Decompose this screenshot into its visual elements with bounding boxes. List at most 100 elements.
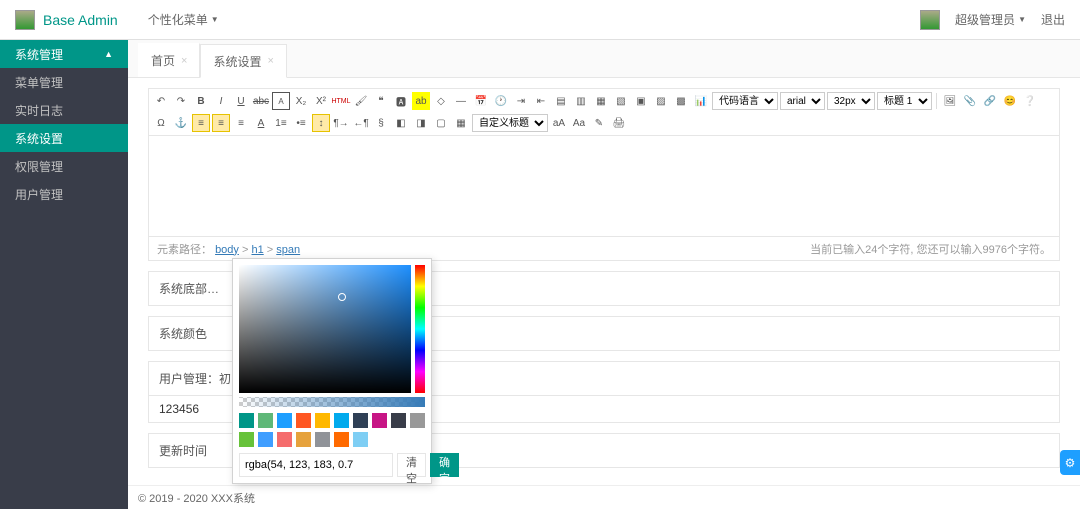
undo-icon[interactable]: ↶ bbox=[152, 92, 170, 110]
sidebar-item-log[interactable]: 实时日志 bbox=[0, 96, 128, 124]
codelang-select[interactable]: 代码语言 bbox=[712, 92, 778, 110]
swatch[interactable] bbox=[277, 413, 292, 428]
path-h1[interactable]: h1 bbox=[251, 244, 263, 256]
align-right-icon[interactable]: ≡ bbox=[232, 114, 250, 132]
sub-icon[interactable]: X₂ bbox=[292, 92, 310, 110]
logout-link[interactable]: 退出 bbox=[1041, 11, 1065, 28]
swatch[interactable] bbox=[353, 413, 368, 428]
sidebar-group-system[interactable]: 系统管理 ▲ bbox=[0, 40, 128, 68]
outdent-icon[interactable]: ⇤ bbox=[532, 92, 550, 110]
color-input[interactable] bbox=[239, 453, 393, 477]
redo-icon[interactable]: ↷ bbox=[172, 92, 190, 110]
swatch[interactable] bbox=[315, 413, 330, 428]
forecolor-icon[interactable]: 🅰 bbox=[392, 92, 410, 110]
split-icon[interactable]: ▨ bbox=[652, 92, 670, 110]
confirm-button[interactable]: 确定 bbox=[430, 453, 459, 477]
size-select[interactable]: 32px bbox=[827, 92, 875, 110]
swatch[interactable] bbox=[410, 413, 425, 428]
merge-icon[interactable]: ▣ bbox=[632, 92, 650, 110]
chart-icon[interactable]: 📊 bbox=[692, 92, 710, 110]
image-icon[interactable]: 🖼 bbox=[941, 92, 959, 110]
fontborder-icon[interactable]: A bbox=[272, 92, 290, 110]
eraser-icon[interactable]: ◇ bbox=[432, 92, 450, 110]
saturation-panel[interactable] bbox=[239, 265, 411, 393]
anchor-icon[interactable]: ⚓ bbox=[172, 114, 190, 132]
swatch[interactable] bbox=[296, 432, 311, 447]
swatch[interactable] bbox=[334, 413, 349, 428]
ol-icon[interactable]: 1≡ bbox=[272, 114, 290, 132]
time-icon[interactable]: 🕐 bbox=[492, 92, 510, 110]
custom-heading-select[interactable]: 自定义标题 bbox=[472, 114, 548, 132]
font-select[interactable]: arial bbox=[780, 92, 825, 110]
brush-icon[interactable]: 🖌 bbox=[352, 92, 370, 110]
heading-select[interactable]: 标题 1 bbox=[877, 92, 932, 110]
float-right-icon[interactable]: ◨ bbox=[412, 114, 430, 132]
forecolor2-icon[interactable]: A bbox=[252, 114, 270, 132]
strike-icon[interactable]: abc bbox=[252, 92, 270, 110]
table-icon[interactable]: ▦ bbox=[452, 114, 470, 132]
editor-body[interactable] bbox=[149, 136, 1059, 236]
swatch[interactable] bbox=[372, 413, 387, 428]
emoji-icon[interactable]: 😊 bbox=[1001, 92, 1019, 110]
link-icon[interactable]: 🔗 bbox=[981, 92, 999, 110]
hr-icon[interactable]: — bbox=[452, 92, 470, 110]
source-icon[interactable]: HTML bbox=[332, 92, 350, 110]
ul-icon[interactable]: •≡ bbox=[292, 114, 310, 132]
lowercase-icon[interactable]: aA bbox=[550, 114, 568, 132]
align-left-icon[interactable]: ≡ bbox=[192, 114, 210, 132]
swatch[interactable] bbox=[315, 432, 330, 447]
ltr-icon[interactable]: ¶→ bbox=[332, 114, 350, 132]
colright-icon[interactable]: ▧ bbox=[612, 92, 630, 110]
pagebreak-icon[interactable]: § bbox=[372, 114, 390, 132]
path-body[interactable]: body bbox=[215, 244, 239, 256]
sidebar-item-permission[interactable]: 权限管理 bbox=[0, 152, 128, 180]
brand-text[interactable]: Base Admin bbox=[43, 12, 118, 28]
backcolor-icon[interactable]: ab bbox=[412, 92, 430, 110]
float-left-icon[interactable]: ◧ bbox=[392, 114, 410, 132]
swatch[interactable] bbox=[258, 432, 273, 447]
swatch[interactable] bbox=[239, 432, 254, 447]
sat-cursor-icon[interactable] bbox=[338, 293, 346, 301]
quote-icon[interactable]: ❝ bbox=[372, 92, 390, 110]
user-menu[interactable]: 超级管理员 ▼ bbox=[955, 11, 1026, 28]
rowdown-icon[interactable]: ▥ bbox=[572, 92, 590, 110]
rtl-icon[interactable]: ←¶ bbox=[352, 114, 370, 132]
print-icon[interactable]: 🖨 bbox=[610, 114, 628, 132]
swatch[interactable] bbox=[334, 432, 349, 447]
swatch[interactable] bbox=[277, 432, 292, 447]
settings-fab[interactable]: ⚙ bbox=[1060, 450, 1080, 475]
tab-home[interactable]: 首页 × bbox=[138, 43, 200, 77]
sidebar-item-user[interactable]: 用户管理 bbox=[0, 180, 128, 208]
date-icon[interactable]: 📅 bbox=[472, 92, 490, 110]
path-span[interactable]: span bbox=[276, 244, 300, 256]
indent-icon[interactable]: ⇥ bbox=[512, 92, 530, 110]
close-icon[interactable]: × bbox=[181, 55, 187, 67]
swatch[interactable] bbox=[239, 413, 254, 428]
align-center-icon[interactable]: ≡ bbox=[212, 114, 230, 132]
swatch[interactable] bbox=[296, 413, 311, 428]
deltable-icon[interactable]: ▩ bbox=[672, 92, 690, 110]
float-none-icon[interactable]: ▢ bbox=[432, 114, 450, 132]
swatch[interactable] bbox=[353, 432, 368, 447]
format-icon[interactable]: ✎ bbox=[590, 114, 608, 132]
italic-icon[interactable]: I bbox=[212, 92, 230, 110]
swatch[interactable] bbox=[391, 413, 406, 428]
swatch[interactable] bbox=[258, 413, 273, 428]
sidebar-item-settings[interactable]: 系统设置 bbox=[0, 124, 128, 152]
attach-icon[interactable]: 📎 bbox=[961, 92, 979, 110]
clear-button[interactable]: 清空 bbox=[397, 453, 426, 477]
lineheight-icon[interactable]: ↕ bbox=[312, 114, 330, 132]
sidebar-item-menu[interactable]: 菜单管理 bbox=[0, 68, 128, 96]
omega-icon[interactable]: Ω bbox=[152, 114, 170, 132]
personal-menu[interactable]: 个性化菜单 ▼ bbox=[148, 11, 219, 28]
sup-icon[interactable]: X² bbox=[312, 92, 330, 110]
hue-slider[interactable] bbox=[415, 265, 425, 393]
uppercase-icon[interactable]: Aa bbox=[570, 114, 588, 132]
close-icon[interactable]: × bbox=[267, 55, 273, 67]
help-icon[interactable]: ❔ bbox=[1021, 92, 1039, 110]
alpha-slider[interactable] bbox=[239, 397, 425, 407]
tab-settings[interactable]: 系统设置 × bbox=[200, 44, 286, 78]
underline-icon[interactable]: U bbox=[232, 92, 250, 110]
bold-icon[interactable]: B bbox=[192, 92, 210, 110]
colleft-icon[interactable]: ▦ bbox=[592, 92, 610, 110]
